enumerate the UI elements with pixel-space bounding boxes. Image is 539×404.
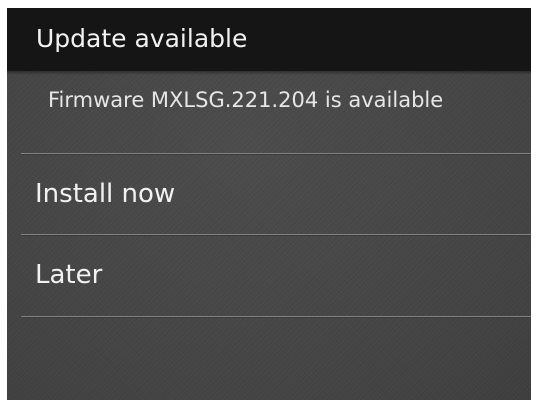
dialog-title: Update available <box>36 24 248 53</box>
firmware-message: Firmware MXLSG.221.204 is available <box>48 88 444 112</box>
update-dialog: Update available Firmware MXLSG.221.204 … <box>7 8 531 400</box>
later-label: Later <box>35 260 103 290</box>
later-option[interactable]: Later <box>21 235 531 315</box>
header-shadow <box>7 71 531 75</box>
divider <box>21 316 531 318</box>
dialog-header: Update available <box>7 8 531 71</box>
install-now-option[interactable]: Install now <box>21 154 531 234</box>
install-now-label: Install now <box>35 179 176 209</box>
